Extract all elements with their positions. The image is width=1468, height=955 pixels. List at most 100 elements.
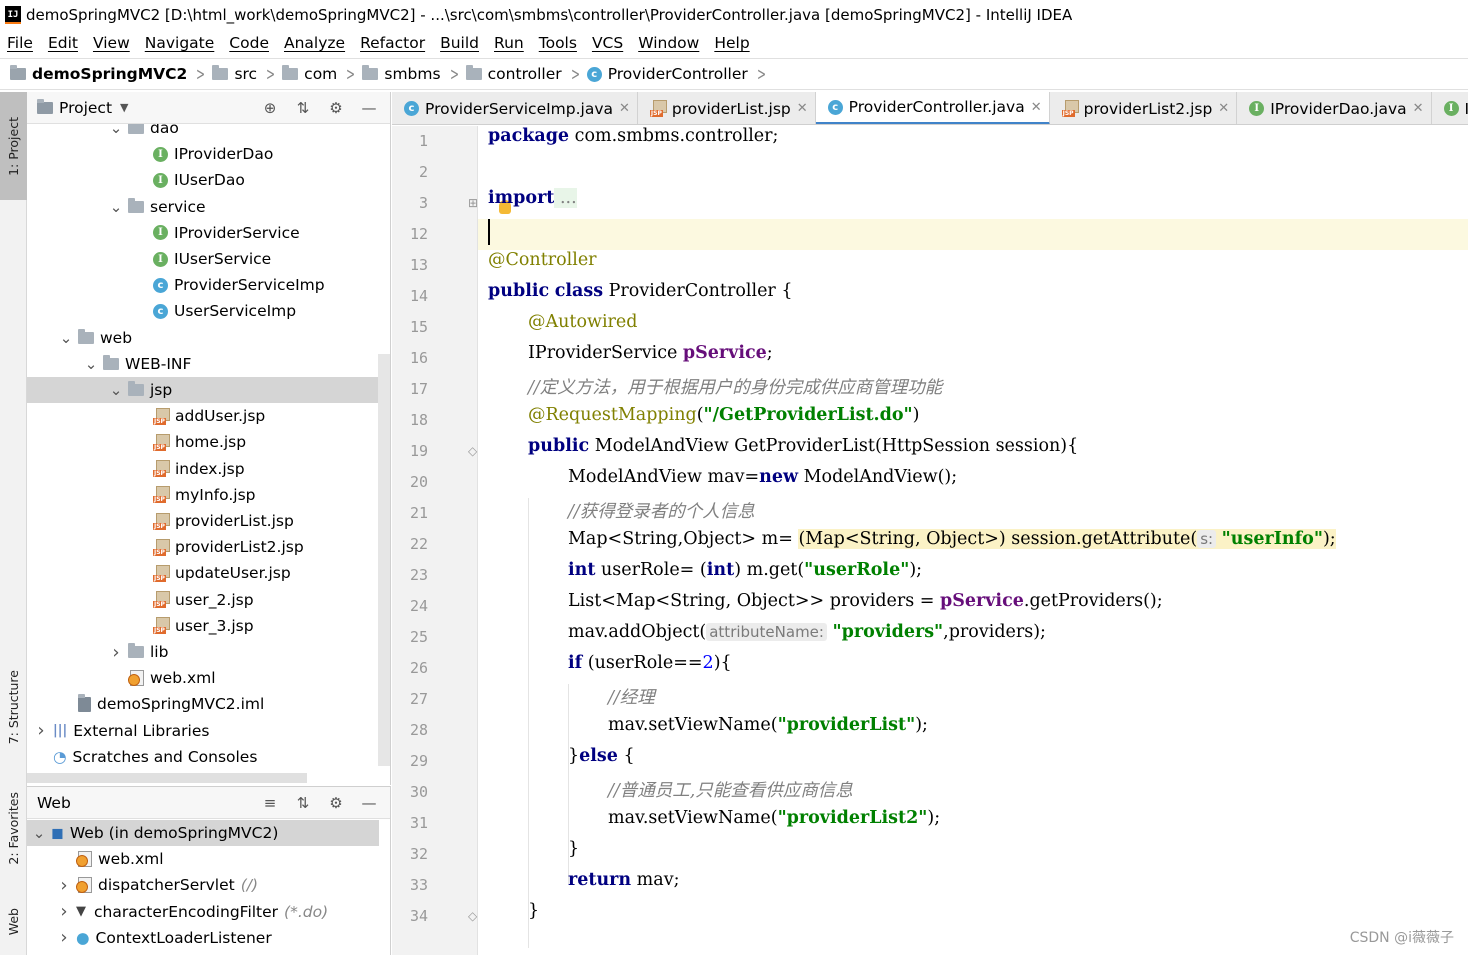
close-icon[interactable]: ✕ [619,101,630,116]
tree-item-adduser-jsp[interactable]: addUser.jsp [27,403,379,429]
tree-item-web-xml[interactable]: web.xml [27,846,379,872]
tree-item-dao[interactable]: ⌄ dao [27,124,379,141]
project-view-selector[interactable]: Project [59,99,112,117]
chevron-down-icon[interactable]: ⌄ [108,383,124,398]
web-panel-header: Web ≡ ⇅ ⚙ — [27,787,390,819]
chevron-right-icon[interactable]: › [56,901,72,922]
expand-all-icon[interactable]: ≡ [258,792,282,814]
chevron-right-icon[interactable]: › [56,927,72,948]
tree-item-label: ContextLoaderListener [95,928,272,947]
close-icon[interactable]: ✕ [1218,101,1229,116]
breadcrumb-item-providercontroller[interactable]: c ProviderController > [586,64,769,85]
fold-collapse-icon[interactable]: ◇ [468,909,477,923]
collapse-all-icon[interactable]: ⇅ [291,97,315,119]
minimize-icon[interactable]: — [357,97,381,119]
tree-item-web[interactable]: ⌄ web [27,325,379,351]
collapse-all-icon[interactable]: ⇅ [291,792,315,814]
tool-tab-favorites[interactable]: 2: Favorites [0,778,27,878]
breadcrumb-item-project[interactable]: demoSpringMVC2 > [10,64,208,85]
tree-item-dispatcherservlet[interactable]: › dispatcherServlet (/) [27,872,379,898]
menu-analyze[interactable]: Analyze [284,34,345,52]
chevron-right-icon[interactable]: › [56,875,72,896]
gear-icon[interactable]: ⚙ [324,97,348,119]
locate-icon[interactable]: ⊕ [258,97,282,119]
editor-tab-providerlist-jsp[interactable]: providerList.jsp ✕ [638,92,816,124]
breadcrumb-item-controller[interactable]: controller > [465,64,583,85]
menu-vcs[interactable]: VCS [592,34,623,52]
chevron-right-icon[interactable]: › [108,642,124,663]
gear-icon[interactable]: ⚙ [324,792,348,814]
menu-edit[interactable]: Edit [48,34,78,52]
close-icon[interactable]: ✕ [797,101,808,116]
vertical-scrollbar[interactable] [378,354,390,766]
folded-imports[interactable]: ... [554,188,577,208]
code-line-34: } [478,901,1468,932]
menu-file[interactable]: File [7,34,33,52]
module-file-icon [78,693,91,712]
breadcrumb-item-src[interactable]: src > [212,64,278,85]
horizontal-scrollbar[interactable] [27,773,307,783]
tree-item-iproviderservice[interactable]: I IProviderService [27,220,379,246]
menu-code[interactable]: Code [229,34,269,52]
tool-tab-structure[interactable]: 7: Structure [0,652,27,762]
menu-tools[interactable]: Tools [539,34,577,52]
code-area[interactable]: package com.smbms.controller; import ...… [478,126,1468,955]
tree-item-iuserdao[interactable]: I IUserDao [27,167,379,193]
menu-navigate[interactable]: Navigate [145,34,215,52]
tree-item-home-jsp[interactable]: home.jsp [27,429,379,455]
tree-item-user-2-jsp[interactable]: user_2.jsp [27,587,379,613]
tree-item-jsp[interactable]: ⌄ jsp [27,377,379,403]
tree-item-iproviderdao[interactable]: I IProviderDao [27,141,379,167]
chevron-down-icon[interactable]: ⌄ [31,826,47,841]
breadcrumb-item-smbms[interactable]: smbms > [362,64,461,85]
tree-item-iuserservice[interactable]: I IUserService [27,246,379,272]
menu-view[interactable]: View [93,34,130,52]
fold-expand-icon[interactable]: ⊞ [468,196,478,210]
tree-item-lib[interactable]: › lib [27,639,379,665]
tool-tab-web[interactable]: Web [0,892,27,952]
tree-item-providerserviceimp[interactable]: c ProviderServiceImp [27,272,379,298]
tree-item-updateuser-jsp[interactable]: updateUser.jsp [27,560,379,586]
tree-item-service[interactable]: ⌄ service [27,194,379,220]
tree-item-contextloaderlistener[interactable]: › ● ContextLoaderListener [27,925,379,951]
menu-refactor[interactable]: Refactor [360,34,425,52]
editor-tab-providerserviceimp-java[interactable]: c ProviderServiceImp.java ✕ [392,92,638,124]
menu-run[interactable]: Run [494,34,524,52]
chevron-down-icon[interactable]: ⌄ [108,199,124,214]
tree-item-scratches-and-consoles[interactable]: ◔ Scratches and Consoles [27,744,379,770]
tree-item-web-inf[interactable]: ⌄ WEB-INF [27,351,379,377]
close-icon[interactable]: ✕ [1031,100,1042,115]
editor-tab-providercontroller-java[interactable]: c ProviderController.java ✕ [815,92,1050,124]
editor-tab-iproviderdao-java[interactable]: I IProviderDao.java ✕ [1237,92,1432,124]
tree-item-myinfo-jsp[interactable]: myInfo.jsp [27,482,379,508]
tree-item-providerlist-jsp[interactable]: providerList.jsp [27,508,379,534]
menu-help[interactable]: Help [714,34,749,52]
menu-window[interactable]: Window [638,34,699,52]
minimize-icon[interactable]: — [357,792,381,814]
chevron-down-icon[interactable]: ⌄ [58,330,74,345]
string-literal: "userInfo" [1221,529,1323,549]
chevron-down-icon[interactable]: ⌄ [83,356,99,371]
breadcrumb-item-com[interactable]: com > [282,64,358,85]
tree-item-index-jsp[interactable]: index.jsp [27,456,379,482]
menu-build[interactable]: Build [440,34,479,52]
module-folder-icon [10,65,26,80]
close-icon[interactable]: ✕ [1413,101,1424,116]
tree-item-providerlist2-jsp[interactable]: providerList2.jsp [27,534,379,560]
tree-item-web-xml[interactable]: web.xml [27,665,379,691]
chevron-right-icon[interactable]: › [33,720,49,741]
tree-item-characterencodingfilter[interactable]: › ▼ characterEncodingFilter (*.do) [27,899,379,925]
tree-item-userserviceimp[interactable]: c UserServiceImp [27,298,379,324]
tree-item-external-libraries[interactable]: › ||| External Libraries [27,718,379,744]
chevron-down-icon[interactable]: ▼ [120,101,128,114]
tree-item-web-in-demospringmvc2-[interactable]: ⌄ ◼ Web (in demoSpringMVC2) [27,820,379,846]
tab-label: ProviderController.java [848,98,1025,116]
tool-tab-project[interactable]: 1: Project [0,92,27,200]
editor-tab-iprovi[interactable]: I IProvi [1432,92,1468,124]
fold-collapse-icon[interactable]: ◇ [468,444,477,458]
tree-item-user-3-jsp[interactable]: user_3.jsp [27,613,379,639]
chevron-down-icon[interactable]: ⌄ [108,124,124,136]
editor-tab-providerlist2-jsp[interactable]: providerList2.jsp ✕ [1050,92,1238,124]
tree-item-demospringmvc2-iml[interactable]: demoSpringMVC2.iml [27,691,379,717]
chevron-right-icon: > [266,63,276,85]
